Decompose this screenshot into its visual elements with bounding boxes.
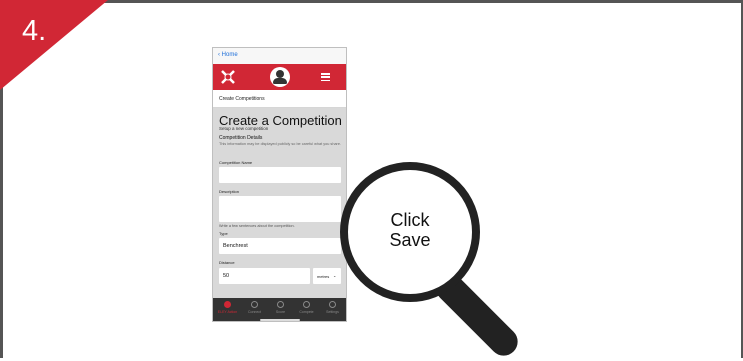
tab-label: Compete	[299, 310, 314, 314]
breadcrumb: Create Competitions	[213, 90, 346, 108]
distance-unit-value: metres	[317, 274, 330, 279]
breadcrumb-label: Create Competitions	[219, 96, 265, 102]
step-corner-badge	[0, 0, 108, 90]
tab-compete[interactable]: Compete	[294, 301, 319, 314]
competition-name-label: Competition Name	[219, 160, 253, 165]
phone-screenshot: ‹ Home Create Competitions Create a Comp…	[212, 47, 347, 322]
chevron-down-icon: ⌄	[333, 273, 337, 278]
target-icon	[224, 301, 231, 308]
section-title: Competition Details	[219, 135, 263, 141]
avatar-head	[276, 70, 284, 78]
distance-value: 50	[223, 273, 230, 279]
distance-unit-select[interactable]: metres ⌄	[313, 268, 341, 284]
form-subtitle: Setup a new competition	[219, 126, 269, 131]
home-indicator	[260, 319, 300, 321]
section-note: This information may be displayed public…	[219, 142, 341, 146]
description-textarea[interactable]	[219, 196, 341, 222]
tab-label: ELEY Action	[217, 310, 238, 314]
wifi-icon	[251, 301, 258, 308]
tab-label: Connect	[247, 310, 262, 314]
magnifier-callout: Click Save	[340, 162, 480, 302]
bottom-tabbar: ELEY Action Connect Score Compete Settin…	[213, 298, 346, 321]
type-label: Type	[219, 231, 228, 236]
avatar-body	[273, 78, 287, 84]
description-hint: Write a few sentences about the competit…	[219, 224, 295, 228]
app-header	[213, 64, 346, 90]
distance-label: Distance	[219, 260, 235, 265]
type-select[interactable]: Benchrest	[219, 238, 341, 254]
browser-back-bar: ‹ Home	[213, 48, 346, 64]
tab-eley-action[interactable]: ELEY Action	[215, 301, 240, 314]
description-label: Description	[219, 189, 240, 194]
tab-connect[interactable]: Connect	[242, 301, 267, 314]
step-number: 4.	[22, 15, 47, 47]
back-home-label: Home	[221, 52, 238, 58]
callout-line-1: Click	[390, 210, 430, 230]
distance-input[interactable]: 50	[219, 268, 310, 284]
tab-label: Score	[275, 310, 286, 314]
back-home-link[interactable]: ‹ Home	[218, 52, 238, 58]
type-value: Benchrest	[223, 243, 248, 249]
gear-icon	[329, 301, 336, 308]
competition-name-input[interactable]	[219, 167, 341, 183]
magnifier-text: Click Save	[348, 210, 472, 250]
hamburger-menu-icon[interactable]	[321, 73, 330, 82]
callout-line-2: Save	[389, 230, 431, 250]
eley-logo-icon[interactable]	[221, 70, 235, 84]
competition-form: Create a Competition Setup a new competi…	[213, 108, 346, 298]
crosshair-icon	[277, 301, 284, 308]
tab-settings[interactable]: Settings	[320, 301, 345, 314]
profile-avatar-icon[interactable]	[270, 67, 290, 87]
tab-label: Settings	[326, 310, 339, 314]
trophy-icon	[303, 301, 310, 308]
tab-score[interactable]: Score	[268, 301, 293, 314]
